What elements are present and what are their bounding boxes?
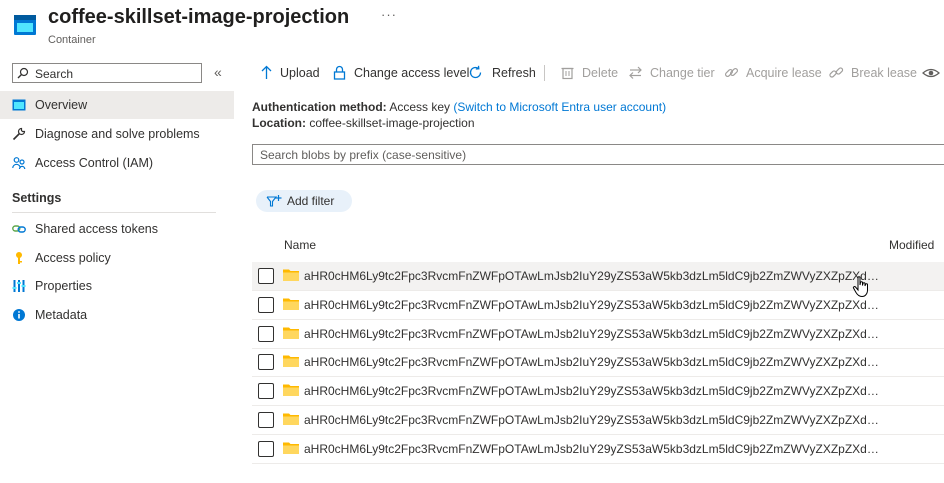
folder-icon <box>283 269 299 281</box>
table-row[interactable]: aHR0cHM6Ly9tc2Fpc3RvcmFnZWFpOTAwLmJsb2Iu… <box>252 348 944 377</box>
broken-link-icon <box>829 67 844 78</box>
auth-label: Authentication method: <box>252 100 387 114</box>
sidebar-item-label: Properties <box>35 279 92 293</box>
blob-name[interactable]: aHR0cHM6Ly9tc2Fpc3RvcmFnZWFpOTAwLmJsb2Iu… <box>304 384 882 398</box>
acquire-lease-button[interactable]: Acquire lease <box>724 64 822 84</box>
row-checkbox[interactable] <box>258 297 274 313</box>
location: Location: coffee-skillset-image-projecti… <box>252 116 475 130</box>
upload-button[interactable]: Upload <box>259 64 321 84</box>
wrench-icon <box>12 127 26 141</box>
table-row[interactable]: aHR0cHM6Ly9tc2Fpc3RvcmFnZWFpOTAwLmJsb2Iu… <box>252 320 944 349</box>
folder-icon <box>283 442 299 454</box>
refresh-icon <box>469 65 482 79</box>
sidebar-item-label: Access policy <box>35 251 111 265</box>
container-icon <box>14 15 36 35</box>
sidebar-search-input[interactable]: Search <box>12 63 202 83</box>
break-lease-button[interactable]: Break lease <box>829 64 917 84</box>
refresh-button[interactable]: Refresh <box>468 64 536 84</box>
row-checkbox[interactable] <box>258 326 274 342</box>
settings-section-header: Settings <box>12 191 62 205</box>
toolbar-divider <box>544 65 545 81</box>
collapse-sidebar-button[interactable]: « <box>214 64 222 80</box>
people-icon <box>12 157 26 170</box>
delete-button[interactable]: Delete <box>560 64 620 84</box>
sidebar-item-label: Access Control (IAM) <box>35 156 154 170</box>
lock-icon <box>333 65 346 80</box>
row-checkbox[interactable] <box>258 441 274 457</box>
change-access-level-button[interactable]: Change access level <box>332 64 469 84</box>
blob-search-placeholder: Search blobs by prefix (case-sensitive) <box>260 148 467 162</box>
break-lease-label: Break lease <box>851 66 918 80</box>
delete-label: Delete <box>582 66 619 80</box>
blob-name[interactable]: aHR0cHM6Ly9tc2Fpc3RvcmFnZWFpOTAwLmJsb2Iu… <box>304 298 882 312</box>
page-subtitle: Container <box>48 34 96 46</box>
blob-name[interactable]: aHR0cHM6Ly9tc2Fpc3RvcmFnZWFpOTAwLmJsb2Iu… <box>304 327 882 341</box>
sidebar-item-label: Overview <box>35 98 88 112</box>
search-icon <box>17 67 29 79</box>
view-icon[interactable] <box>922 66 940 80</box>
sidebar-item-diagnose[interactable]: Diagnose and solve problems <box>0 120 234 148</box>
sidebar-item-overview[interactable]: Overview <box>0 91 234 119</box>
sidebar-item-label: Diagnose and solve problems <box>35 127 200 141</box>
blob-name[interactable]: aHR0cHM6Ly9tc2Fpc3RvcmFnZWFpOTAwLmJsb2Iu… <box>304 269 882 283</box>
info-icon <box>13 309 25 321</box>
blob-name[interactable]: aHR0cHM6Ly9tc2Fpc3RvcmFnZWFpOTAwLmJsb2Iu… <box>304 442 882 456</box>
link-icon <box>12 225 26 233</box>
folder-icon <box>283 327 299 339</box>
sidebar-item-access-policy[interactable]: Access policy <box>0 244 234 272</box>
trash-icon <box>561 67 574 80</box>
row-checkbox[interactable] <box>258 383 274 399</box>
auth-value: Access key <box>389 100 451 114</box>
table-row[interactable]: aHR0cHM6Ly9tc2Fpc3RvcmFnZWFpOTAwLmJsb2Iu… <box>252 377 944 406</box>
change-tier-label: Change tier <box>650 66 715 80</box>
change-tier-button[interactable]: Change tier <box>628 64 716 84</box>
table-row[interactable]: aHR0cHM6Ly9tc2Fpc3RvcmFnZWFpOTAwLmJsb2Iu… <box>252 262 944 291</box>
folder-icon <box>283 413 299 425</box>
link-icon <box>724 67 739 78</box>
table-row[interactable]: aHR0cHM6Ly9tc2Fpc3RvcmFnZWFpOTAwLmJsb2Iu… <box>252 406 944 435</box>
folder-icon <box>283 298 299 310</box>
blob-search-input[interactable]: Search blobs by prefix (case-sensitive) <box>252 144 944 165</box>
switch-auth-link[interactable]: (Switch to Microsoft Entra user account) <box>453 100 666 114</box>
blob-name[interactable]: aHR0cHM6Ly9tc2Fpc3RvcmFnZWFpOTAwLmJsb2Iu… <box>304 355 882 369</box>
divider <box>12 212 216 213</box>
column-header-modified[interactable]: Modified <box>889 238 934 252</box>
location-label: Location: <box>252 116 306 130</box>
refresh-label: Refresh <box>492 66 536 80</box>
sidebar-item-access-control[interactable]: Access Control (IAM) <box>0 149 234 177</box>
sidebar-item-shared-access-tokens[interactable]: Shared access tokens <box>0 215 234 243</box>
row-checkbox[interactable] <box>258 412 274 428</box>
location-value: coffee-skillset-image-projection <box>309 116 475 130</box>
properties-icon <box>12 280 26 292</box>
filter-icon <box>266 195 282 207</box>
column-header-name[interactable]: Name <box>284 238 316 252</box>
page-title: coffee-skillset-image-projection <box>48 6 350 28</box>
sidebar-item-label: Shared access tokens <box>35 222 158 236</box>
hand-cursor-icon <box>852 276 868 298</box>
add-filter-label: Add filter <box>287 194 335 208</box>
sidebar-item-properties[interactable]: Properties <box>0 272 234 300</box>
authentication-method: Authentication method: Access key (Switc… <box>252 100 666 114</box>
upload-icon <box>261 65 272 79</box>
row-checkbox[interactable] <box>258 268 274 284</box>
swap-icon <box>629 66 642 79</box>
overview-icon <box>12 99 26 111</box>
table-row[interactable]: aHR0cHM6Ly9tc2Fpc3RvcmFnZWFpOTAwLmJsb2Iu… <box>252 291 944 320</box>
sidebar-search-placeholder: Search <box>35 67 74 81</box>
sidebar-item-metadata[interactable]: Metadata <box>0 301 234 329</box>
acquire-lease-label: Acquire lease <box>746 66 822 80</box>
key-icon <box>16 252 22 264</box>
change-access-level-label: Change access level <box>354 66 470 80</box>
upload-label: Upload <box>280 66 320 80</box>
table-row[interactable]: aHR0cHM6Ly9tc2Fpc3RvcmFnZWFpOTAwLmJsb2Iu… <box>252 435 944 464</box>
blob-name[interactable]: aHR0cHM6Ly9tc2Fpc3RvcmFnZWFpOTAwLmJsb2Iu… <box>304 413 882 427</box>
folder-icon <box>283 355 299 367</box>
add-filter-button[interactable]: Add filter <box>256 190 352 212</box>
more-options-button[interactable]: ··· <box>381 7 397 22</box>
folder-icon <box>283 384 299 396</box>
sidebar-item-label: Metadata <box>35 308 88 322</box>
row-checkbox[interactable] <box>258 354 274 370</box>
